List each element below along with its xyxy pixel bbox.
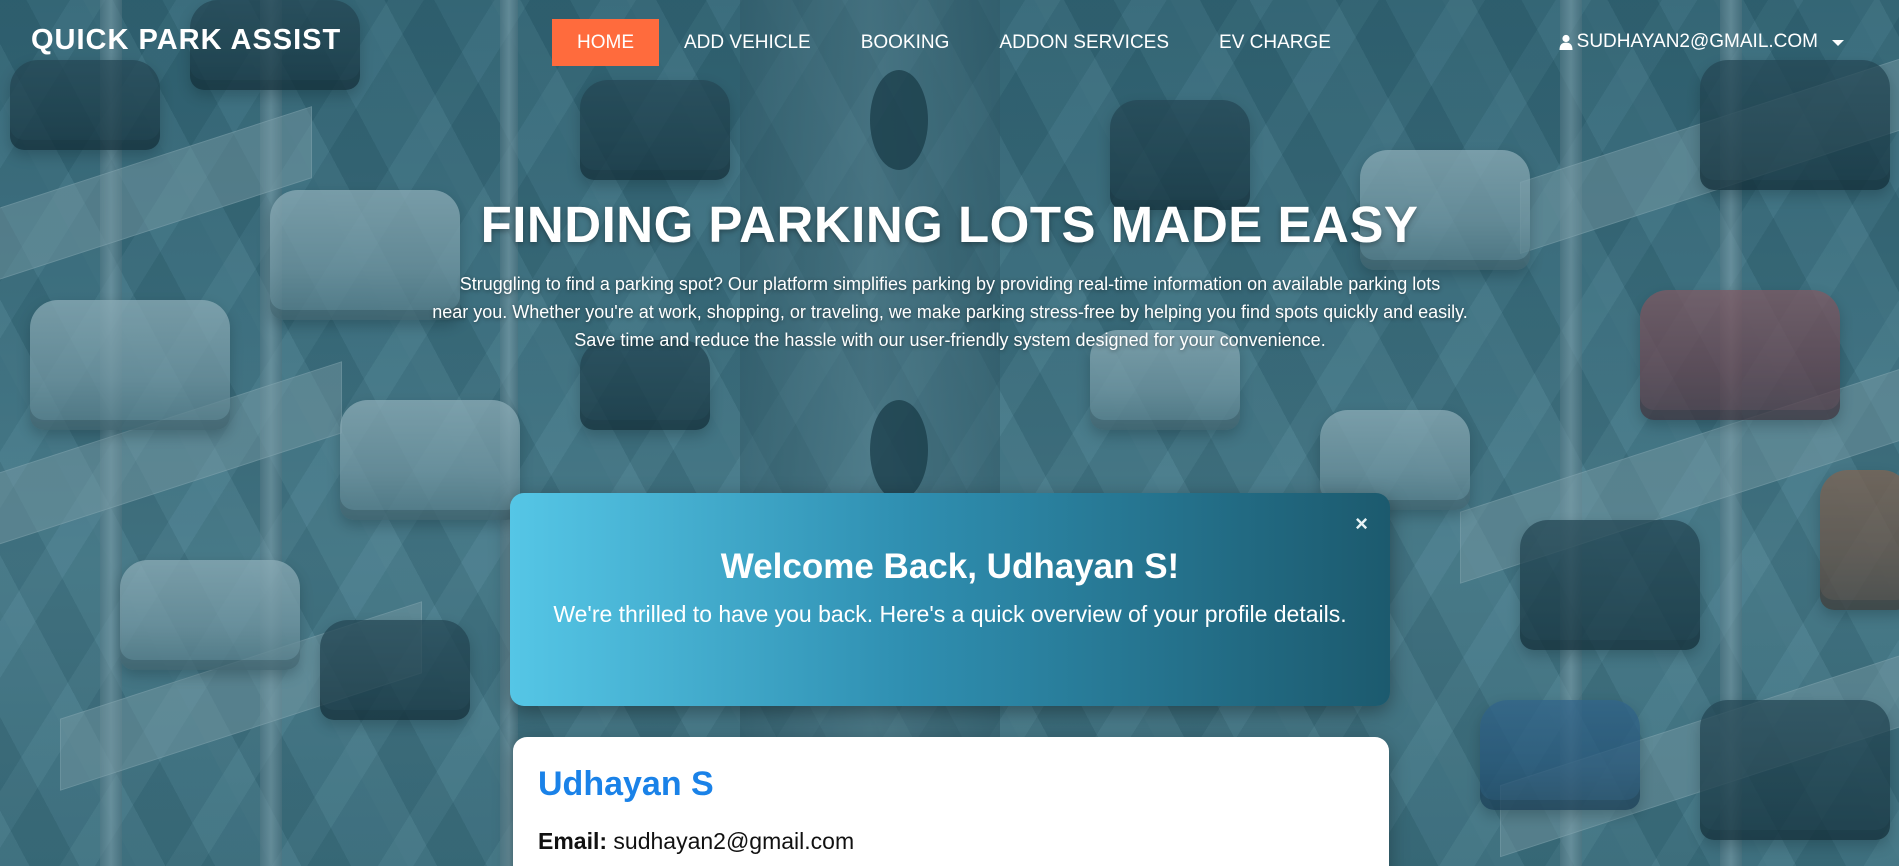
caret-down-icon bbox=[1832, 40, 1844, 46]
hero-description-line: near you. Whether you're at work, shoppi… bbox=[432, 302, 1468, 322]
navbar: QUICK PARK ASSIST HOME ADD VEHICLE BOOKI… bbox=[0, 0, 1899, 84]
nav-links: HOME ADD VEHICLE BOOKING ADDON SERVICES … bbox=[552, 19, 1356, 66]
hero-description: Struggling to find a parking spot? Our p… bbox=[400, 270, 1500, 354]
brand-logo[interactable]: QUICK PARK ASSIST bbox=[31, 24, 341, 57]
profile-name: Udhayan S bbox=[538, 765, 714, 803]
close-icon[interactable]: × bbox=[1355, 511, 1368, 537]
nav-link-ev-charge[interactable]: EV CHARGE bbox=[1194, 19, 1356, 66]
profile-email-label: Email: bbox=[538, 828, 608, 854]
hero-title: FINDING PARKING LOTS MADE EASY bbox=[480, 196, 1419, 253]
profile-email: Email: sudhayan2@gmail.com bbox=[538, 828, 854, 855]
welcome-card: × Welcome Back, Udhayan S! We're thrille… bbox=[510, 493, 1390, 706]
nav-link-add-vehicle[interactable]: ADD VEHICLE bbox=[659, 19, 836, 66]
welcome-subtitle: We're thrilled to have you back. Here's … bbox=[553, 601, 1347, 627]
nav-link-home[interactable]: HOME bbox=[552, 19, 659, 66]
profile-card: Udhayan S Email: sudhayan2@gmail.com bbox=[513, 737, 1389, 866]
hero-description-line: Save time and reduce the hassle with our… bbox=[574, 330, 1326, 350]
user-dropdown[interactable]: SUDHAYAN2@GMAIL.COM bbox=[1559, 31, 1844, 53]
user-email: SUDHAYAN2@GMAIL.COM bbox=[1576, 31, 1818, 52]
nav-link-addon-services[interactable]: ADDON SERVICES bbox=[974, 19, 1194, 66]
hero-description-line: Struggling to find a parking spot? Our p… bbox=[459, 274, 1441, 294]
nav-link-booking[interactable]: BOOKING bbox=[836, 19, 975, 66]
page: QUICK PARK ASSIST HOME ADD VEHICLE BOOKI… bbox=[0, 0, 1899, 866]
user-icon bbox=[1559, 34, 1573, 50]
welcome-title: Welcome Back, Udhayan S! bbox=[720, 547, 1180, 586]
profile-email-value: sudhayan2@gmail.com bbox=[613, 828, 855, 854]
